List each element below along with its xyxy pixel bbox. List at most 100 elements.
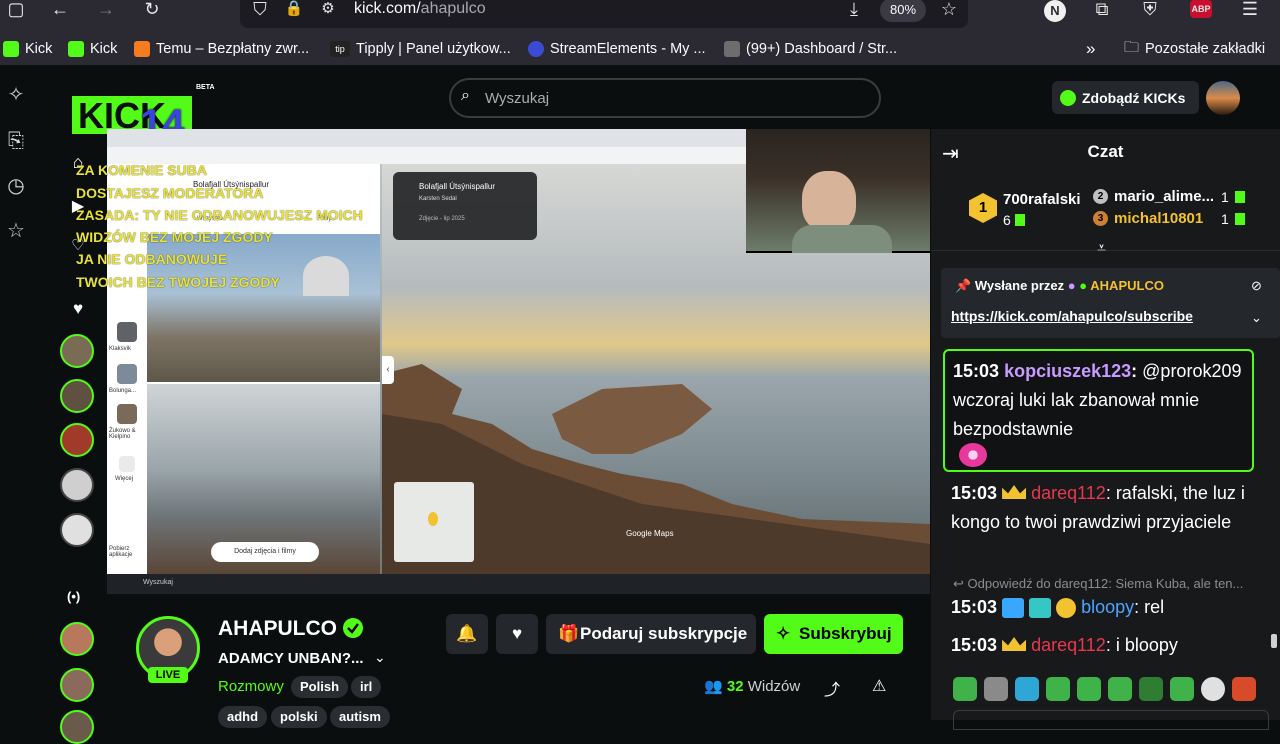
recommended-channel-avatar[interactable] (60, 622, 94, 656)
pinned-by-user[interactable]: AHAPULCO (1090, 278, 1164, 293)
bookmarks-folder[interactable]: 🗀 Pozostałe zakładki (1124, 39, 1265, 59)
bookmark-star-icon[interactable]: ☆ (937, 0, 961, 24)
expand-leaderboard-icon[interactable]: ⩡ (1097, 240, 1106, 258)
more-icon (119, 456, 135, 472)
gift-subscription-button[interactable]: 🎁 Podaruj subskrypcje (546, 614, 756, 654)
emote-icon[interactable] (1170, 677, 1194, 701)
emote-icon[interactable] (1232, 677, 1256, 701)
streamer-name[interactable]: AHAPULCO (218, 617, 337, 641)
profile-icon[interactable]: N (1044, 0, 1066, 22)
emote-row (953, 677, 1273, 705)
notifications-button[interactable]: 🔔 (446, 614, 488, 654)
permissions-icon[interactable]: ⚙ (316, 0, 340, 24)
tag-autism[interactable]: autism (330, 706, 390, 728)
more-bookmarks-icon[interactable]: » (1086, 39, 1095, 59)
chat-scrollbar[interactable] (1271, 634, 1277, 648)
get-kicks-button[interactable]: Zdobądź KICKs (1052, 81, 1199, 114)
chat-input[interactable] (953, 710, 1269, 730)
subscribe-button[interactable]: ✧ Subskrybuj (764, 614, 903, 654)
hide-pin-icon[interactable]: ⊘ (1251, 278, 1262, 294)
live-channels-icon[interactable]: (•) (67, 589, 80, 604)
lock-icon[interactable]: 🔒 (282, 0, 306, 24)
overlay-line: DOSTAJESZ MODERATORA (76, 185, 264, 201)
emote-icon[interactable] (1108, 677, 1132, 701)
clipboard-icon[interactable]: ⎘ (4, 129, 28, 153)
followed-channel-avatar[interactable] (60, 334, 94, 368)
overlay-line: WIDZÓW BEZ MOJEJ ZGODY (76, 229, 273, 245)
emote-icon[interactable] (1015, 677, 1039, 701)
reload-icon[interactable]: ↻ (140, 0, 164, 24)
back-arrow-icon[interactable]: ← (48, 0, 72, 24)
chevron-down-icon[interactable]: ⌄ (1251, 310, 1262, 326)
emote-icon[interactable] (1077, 677, 1101, 701)
message-user[interactable]: bloopy (1081, 597, 1134, 617)
bookmark-streamelements[interactable]: StreamElements - My ... (528, 39, 706, 59)
maps-sidebar-item: Żukowo & Kielpino (109, 428, 136, 440)
menu-icon[interactable]: ☰ (1238, 0, 1262, 24)
maps-thumb (117, 404, 137, 424)
sidebar-toggle-icon[interactable]: ▢ (4, 0, 28, 24)
emote-icon[interactable] (953, 677, 977, 701)
leaderboard-name[interactable]: 700rafalski (1003, 191, 1081, 208)
bookmark-tipply[interactable]: tip Tipply | Panel użytkow... (330, 39, 511, 59)
recommended-channel-avatar[interactable] (60, 668, 94, 702)
share-icon[interactable]: ⤴ (824, 676, 840, 700)
bookmark-dashboard[interactable]: (99+) Dashboard / Str... (724, 39, 897, 59)
bookmark-kick-1[interactable]: Kick (3, 39, 52, 59)
maps-sidebar: Klaksvik Bolunga... Żukowo & Kielpino Wi… (107, 164, 147, 574)
streamelements-icon (528, 41, 544, 57)
ublock-icon[interactable]: ⛨ (1138, 0, 1162, 24)
leaderboard-count: 1 (1221, 189, 1229, 205)
address-bar[interactable]: ⛉ 🔒 ⚙ kick.com/ahapulco ⤓ 80% ☆ (240, 0, 968, 28)
star-icon[interactable]: ☆ (4, 219, 28, 243)
recommended-channel-avatar[interactable] (60, 710, 94, 744)
crown-badge-icon (1002, 485, 1027, 499)
bookmark-temu[interactable]: Temu – Bezpłatny zwr... (134, 39, 309, 59)
download-page-icon[interactable]: ⤓ (842, 0, 866, 24)
leaderboard-name[interactable]: mario_alime... (1114, 188, 1214, 205)
followed-channel-avatar[interactable] (60, 423, 94, 457)
emote-icon[interactable] (1046, 677, 1070, 701)
bookmark-kick-2[interactable]: Kick (68, 39, 117, 59)
leaderboard-name[interactable]: michal10801 (1114, 210, 1203, 227)
minimap (394, 482, 474, 562)
tag-irl[interactable]: irl (351, 676, 382, 698)
subscriber-badge-icon (1029, 598, 1052, 619)
shield-icon[interactable]: ⛉ (248, 0, 272, 24)
heart-icon[interactable]: ♥ (68, 299, 88, 319)
message-user[interactable]: dareq112 (1031, 483, 1106, 503)
bookmark-label: Temu – Bezpłatny zwr... (156, 41, 310, 57)
tag-polish[interactable]: Polish (291, 676, 349, 698)
report-icon[interactable]: ⚠ (872, 676, 886, 696)
pinned-link[interactable]: https://kick.com/ahapulco/subscribe (951, 308, 1193, 324)
overlay-line: ZA KOMENIE SUBA (76, 162, 207, 178)
bookmark-label: Kick (25, 41, 53, 57)
followed-channel-avatar[interactable] (60, 379, 94, 413)
stream-category[interactable]: Rozmowy (218, 678, 284, 695)
gift-icon: 🎁 (558, 624, 580, 643)
user-avatar[interactable] (1206, 81, 1240, 115)
chevron-down-icon[interactable]: ⌄ (374, 649, 386, 666)
temu-icon (134, 41, 150, 57)
zoom-level[interactable]: 80% (880, 0, 926, 22)
tag-polski[interactable]: polski (271, 706, 327, 728)
message-user[interactable]: dareq112 (1031, 635, 1106, 655)
message-user[interactable]: kopciuszek123 (1004, 361, 1131, 381)
emote-icon[interactable] (1201, 677, 1225, 701)
tag-adhd[interactable]: adhd (218, 706, 268, 728)
followed-channel-avatar[interactable] (60, 468, 94, 502)
sparkle-icon[interactable]: ✧ (4, 83, 28, 107)
streamer-face (802, 171, 856, 231)
emote-icon[interactable] (984, 677, 1008, 701)
webcam-overlay (746, 129, 930, 253)
adblock-icon[interactable]: ABP (1190, 0, 1212, 18)
follow-button[interactable]: ♥ (496, 614, 538, 654)
emote-icon[interactable] (1139, 677, 1163, 701)
history-icon[interactable]: ◷ (4, 174, 28, 198)
reply-note[interactable]: ↩ Odpowiedź do dareq112: Siema Kuba, ale… (953, 576, 1243, 592)
extensions-icon[interactable]: ⧉ (1090, 0, 1114, 24)
forward-arrow-icon[interactable]: → (94, 0, 118, 24)
search-input[interactable]: ⌕ Wyszukaj (449, 78, 881, 118)
followed-channel-avatar[interactable] (60, 513, 94, 547)
reply-note-text: Odpowiedź do dareq112: Siema Kuba, ale t… (967, 576, 1244, 591)
